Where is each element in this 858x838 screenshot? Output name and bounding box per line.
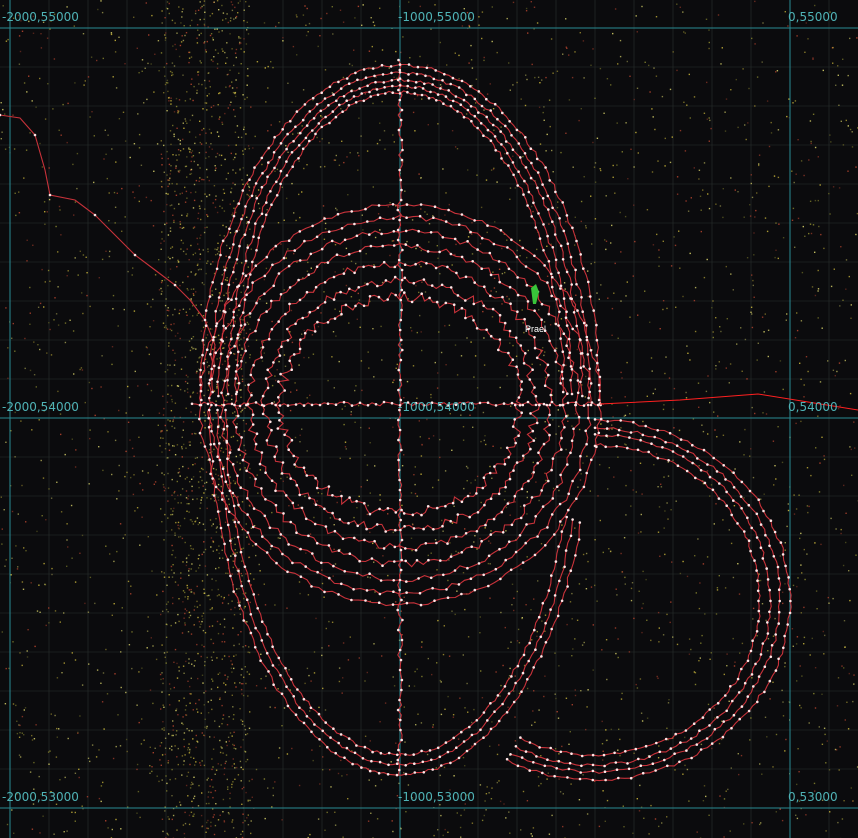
coord-label-mid-center: -1000,54000 <box>398 400 475 414</box>
marker-label: Prael <box>525 324 547 334</box>
coord-label-bottom-left: -2000,53000 <box>2 790 79 804</box>
coord-label-top-right: 0,55000 <box>788 10 838 24</box>
coord-label-top-center: -1000,55000 <box>398 10 475 24</box>
coord-label-top-left: -2000,55000 <box>2 10 79 24</box>
coord-label-bottom-center: -1000,53000 <box>398 790 475 804</box>
map-canvas[interactable] <box>0 0 858 838</box>
coord-label-mid-right: 0,54000 <box>788 400 838 414</box>
coord-label-mid-left: -2000,54000 <box>2 400 79 414</box>
coord-label-bottom-right: 0,53000 <box>788 790 838 804</box>
